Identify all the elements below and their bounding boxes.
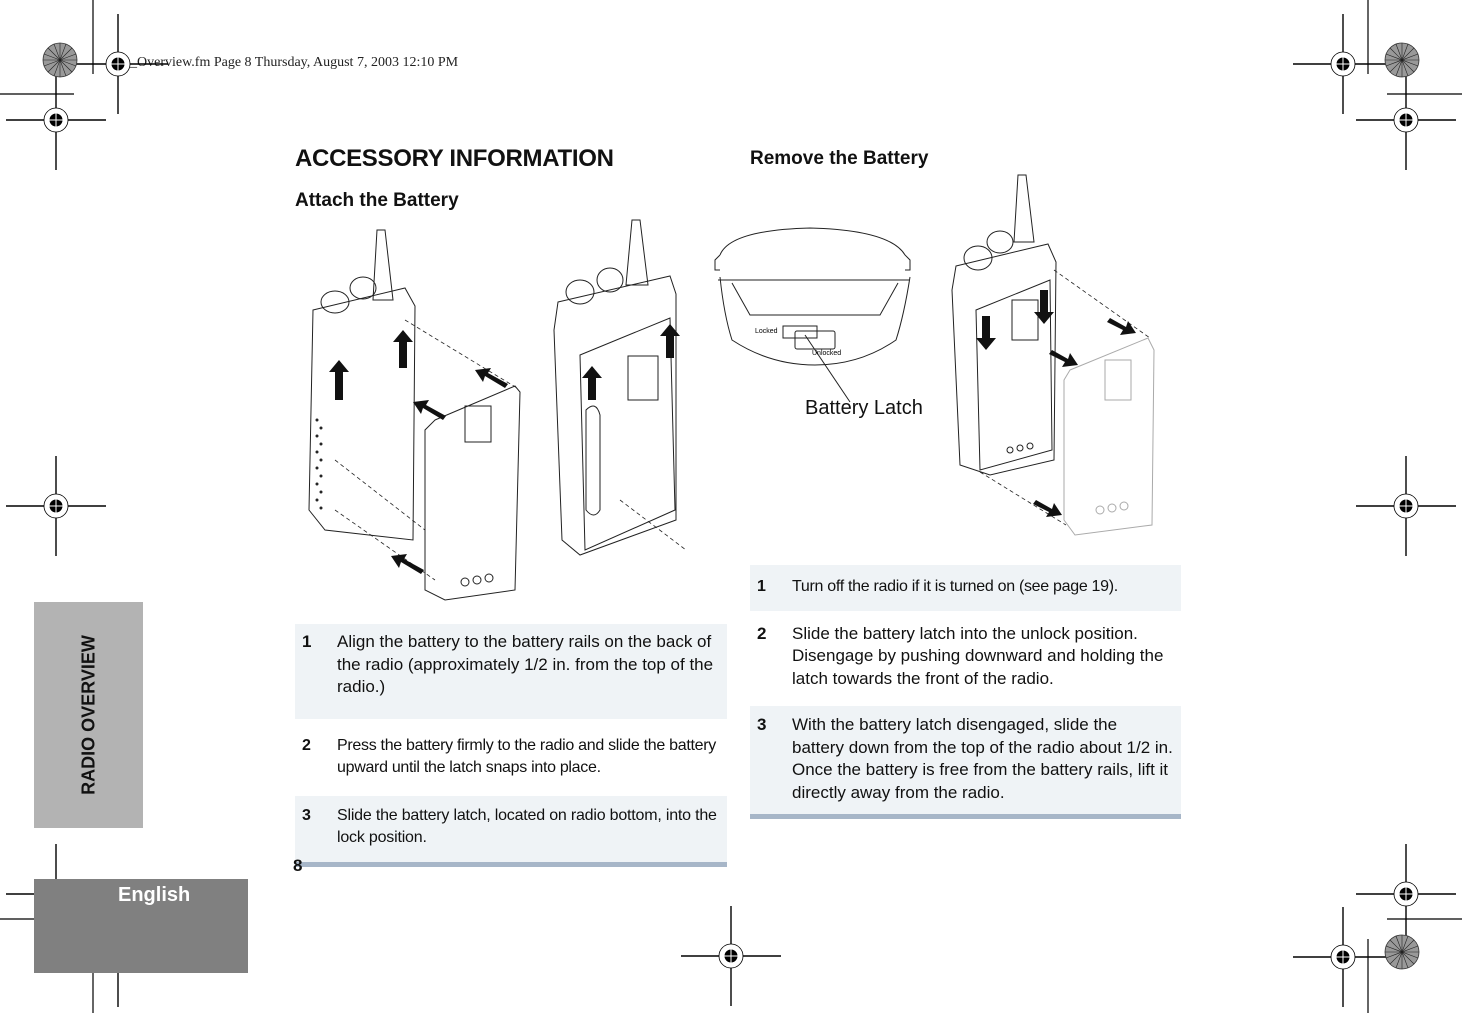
reg-mark-icon [1355,69,1457,171]
section-side-tab-label: RADIO OVERVIEW [78,635,98,795]
step-text: With the battery latch disengaged, slide… [792,715,1173,802]
arrow-up-icon [329,360,349,400]
latch-unlocked-label: Unlocked [812,350,841,357]
language-tab-label: English [118,884,191,906]
reg-mark-icon [1292,906,1394,1008]
step-number: 3 [757,715,767,734]
step-number: 1 [302,632,312,651]
reg-mark-icon [1355,843,1457,945]
attach-step-row: 1 Align the battery to the battery rails… [295,624,727,719]
attach-steps-table: 1 Align the battery to the battery rails… [295,624,727,867]
arrow-left-icon [413,400,446,420]
registration-marks [0,0,1462,1013]
table-bottom-rule [750,814,1181,819]
attach-step-row: 3 Slide the battery latch, located on ra… [295,795,727,862]
attached-radio-illustration [553,219,687,556]
step-text: Slide the battery latch into the unlock … [792,623,1164,688]
arrow-right-icon [1107,318,1136,335]
reg-mark-icon [680,905,782,1007]
knob [565,279,595,305]
knob [596,267,624,293]
step-text: Press the battery firmly to the radio an… [337,736,716,777]
step-number: 1 [757,578,766,595]
battery [424,385,521,601]
radio-body [951,243,1057,476]
language-tab: English [34,879,248,973]
step-number: 2 [757,623,767,643]
arrow-down-icon [1034,290,1054,324]
remove-step-row: 3 With the battery latch disengaged, sli… [750,706,1181,814]
remove-steps-table: 1 Turn off the radio if it is turned on … [750,565,1181,819]
color-target-icon [1384,42,1420,78]
antenna [625,219,649,286]
arrow-left-icon [391,554,424,574]
page-title: ACCESSORY INFORMATION [295,145,614,172]
step-number: 3 [302,806,311,824]
attach-heading: Attach the Battery [295,190,459,211]
table-bottom-rule [295,861,727,867]
color-target-icon [42,42,78,78]
battery-latch-detail: Locked Unlocked [714,227,911,403]
latch-locked-label: Locked [755,328,778,335]
section-side-tab: RADIO OVERVIEW [34,602,143,828]
reg-mark-icon [67,13,169,115]
reg-mark-icon [1355,455,1457,557]
arrow-right-icon [1033,500,1062,517]
radio-body [553,275,677,556]
speaker-grille [315,418,323,510]
reg-mark-icon [5,455,107,557]
arrow-left-icon [475,368,508,388]
color-target-icon [1384,934,1420,970]
arrow-up-icon [582,366,602,400]
reg-mark-icon [1292,13,1394,115]
remove-step-row: 2 Slide the battery latch into the unloc… [750,611,1181,707]
attach-step-row: 2 Press the battery firmly to the radio … [295,719,727,796]
arrow-up-icon [660,324,680,358]
arrow-right-icon [1049,350,1078,367]
step-text: Turn off the radio if it is turned on (s… [792,578,1118,595]
remove-heading: Remove the Battery [750,148,929,169]
remove-step-row: 1 Turn off the radio if it is turned on … [750,565,1181,611]
arrow-up-icon [393,330,413,368]
radio-body [308,287,416,541]
antenna [1013,174,1035,243]
reg-mark-icon [5,69,107,171]
arrow-down-icon [976,316,996,350]
step-number: 2 [302,736,311,754]
step-text: Slide the battery latch, located on radi… [337,806,717,847]
step-text: Align the battery to the battery rails o… [337,632,714,696]
page-number: 8 [293,856,303,875]
knob [986,230,1014,254]
remove-battery-illustration [951,174,1155,536]
battery-latch-callout: Battery Latch [805,397,923,419]
